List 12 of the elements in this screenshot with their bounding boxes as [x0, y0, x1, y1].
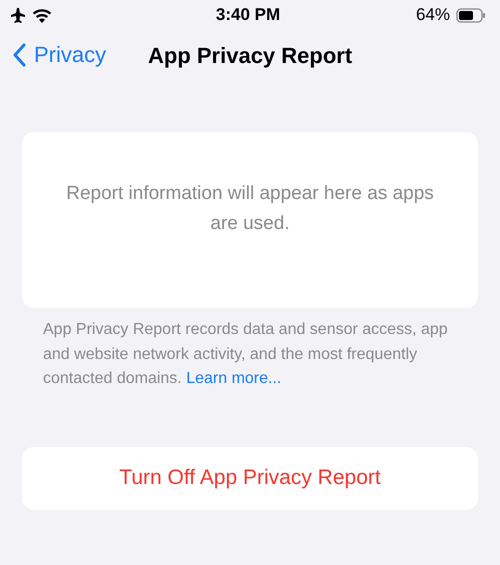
description-text: App Privacy Report records data and sensor access, app and website network activity, and the most frequently contacted domains. Learn more...: [43, 320, 449, 389]
page-title: App Privacy Report: [148, 43, 352, 69]
airplane-icon: [10, 7, 26, 23]
time-text: 3:40 PM: [214, 5, 282, 25]
learn-more-link[interactable]: Learn more...: [186, 370, 282, 387]
battery-icon: [456, 8, 486, 22]
battery-percent: 64%: [416, 5, 450, 25]
wifi-icon: [32, 8, 52, 22]
empty-message: Report information will appear here as apps are used.: [65, 182, 435, 236]
chevron-left-icon: [12, 43, 26, 67]
turn-off-button[interactable]: Turn Off App Privacy Report: [22, 446, 478, 510]
back-button[interactable]: Privacy: [12, 42, 106, 68]
